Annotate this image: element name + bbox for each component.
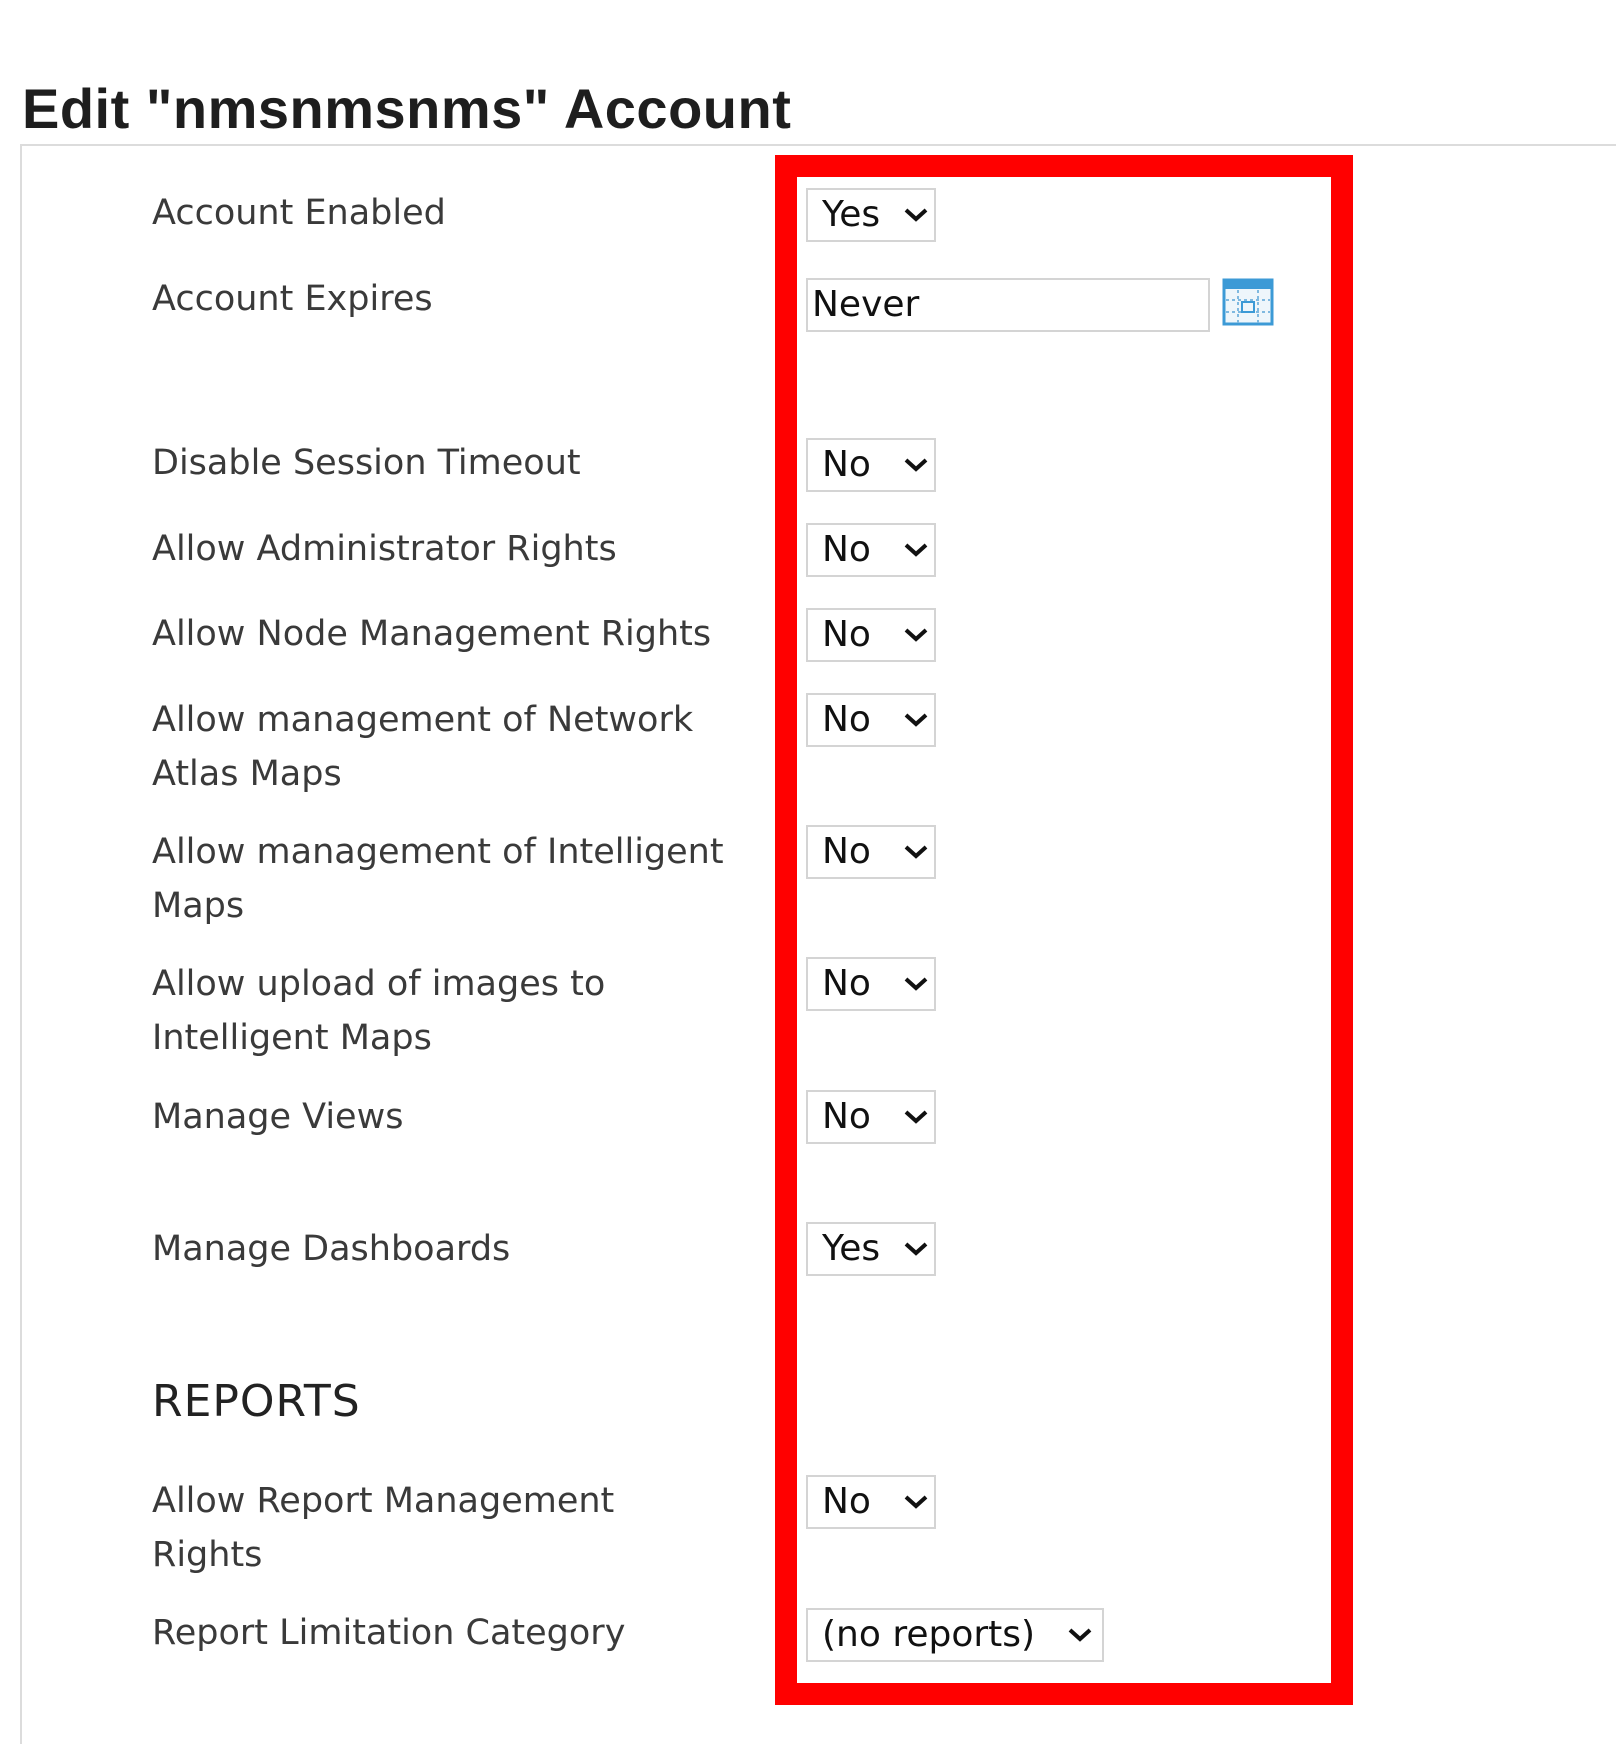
- manage-dashboards-value: Yes: [822, 1228, 881, 1269]
- chevron-down-icon: [1060, 1610, 1100, 1660]
- allow-network-atlas-maps-label: Allow management of Network Atlas Maps: [152, 700, 694, 794]
- account-expires-label: Account Expires: [152, 279, 433, 319]
- account-expires-input[interactable]: Never: [806, 278, 1210, 332]
- chevron-down-icon: [896, 959, 936, 1009]
- report-limitation-category-select[interactable]: (no reports): [806, 1608, 1104, 1662]
- allow-administrator-rights-label: Allow Administrator Rights: [152, 529, 617, 569]
- account-enabled-label: Account Enabled: [152, 193, 446, 233]
- account-enabled-select[interactable]: Yes: [806, 188, 936, 242]
- chevron-down-icon: [896, 695, 936, 745]
- allow-upload-images-label: Allow upload of images to Intelligent Ma…: [152, 964, 606, 1058]
- page-title: Edit "nmsnmsnms" Account: [22, 76, 792, 140]
- allow-administrator-rights-value: No: [822, 529, 871, 570]
- chevron-down-icon: [896, 827, 936, 877]
- allow-upload-images-value: No: [822, 963, 871, 1004]
- reports-section-heading: REPORTS: [152, 1376, 361, 1427]
- chevron-down-icon: [896, 440, 936, 490]
- disable-session-timeout-label: Disable Session Timeout: [152, 443, 581, 483]
- report-limitation-category-label: Report Limitation Category: [152, 1613, 626, 1653]
- allow-report-management-rights-label: Allow Report Management Rights: [152, 1481, 615, 1575]
- allow-report-management-rights-select[interactable]: No: [806, 1475, 936, 1529]
- chevron-down-icon: [896, 190, 936, 240]
- allow-report-management-rights-value: No: [822, 1481, 871, 1522]
- report-limitation-category-value: (no reports): [822, 1614, 1036, 1655]
- disable-session-timeout-select[interactable]: No: [806, 438, 936, 492]
- chevron-down-icon: [896, 1224, 936, 1274]
- allow-node-management-rights-label: Allow Node Management Rights: [152, 614, 712, 654]
- allow-intelligent-maps-select[interactable]: No: [806, 825, 936, 879]
- allow-upload-images-select[interactable]: No: [806, 957, 936, 1011]
- manage-views-select[interactable]: No: [806, 1090, 936, 1144]
- disable-session-timeout-value: No: [822, 444, 871, 485]
- chevron-down-icon: [896, 610, 936, 660]
- manage-views-value: No: [822, 1096, 871, 1137]
- allow-network-atlas-maps-value: No: [822, 699, 871, 740]
- allow-intelligent-maps-value: No: [822, 831, 871, 872]
- allow-administrator-rights-select[interactable]: No: [806, 523, 936, 577]
- chevron-down-icon: [896, 525, 936, 575]
- allow-node-management-rights-select[interactable]: No: [806, 608, 936, 662]
- manage-views-label: Manage Views: [152, 1097, 404, 1137]
- allow-node-management-rights-value: No: [822, 614, 871, 655]
- allow-network-atlas-maps-select[interactable]: No: [806, 693, 936, 747]
- manage-dashboards-label: Manage Dashboards: [152, 1229, 511, 1269]
- chevron-down-icon: [896, 1477, 936, 1527]
- chevron-down-icon: [896, 1092, 936, 1142]
- calendar-icon[interactable]: [1222, 278, 1276, 328]
- allow-intelligent-maps-label: Allow management of Intelligent Maps: [152, 832, 724, 926]
- account-enabled-value: Yes: [822, 194, 881, 235]
- manage-dashboards-select[interactable]: Yes: [806, 1222, 936, 1276]
